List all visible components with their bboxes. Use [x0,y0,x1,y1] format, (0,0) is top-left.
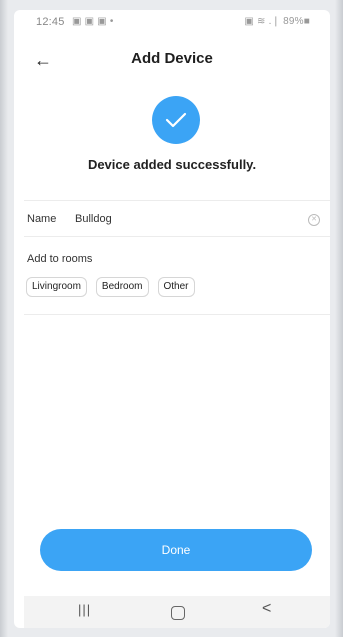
divider [24,314,330,315]
recent-apps-icon[interactable]: ||| [78,602,91,617]
nav-back-icon[interactable]: < [262,600,271,618]
name-field[interactable]: Name Bulldog ✕ [27,210,330,232]
done-button[interactable]: Done [40,529,312,571]
success-check-icon [152,96,200,144]
room-chip-bedroom[interactable]: Bedroom [95,277,149,297]
home-icon[interactable] [171,606,185,620]
room-chip-livingroom[interactable]: Livingroom [26,277,87,297]
system-status-icons: ▣ ≋ .❘ 89%■ [244,16,310,27]
divider [24,200,330,201]
page-title: Add Device [131,50,213,67]
screenshot-frame: 12:45 ▣ ▣ ▣ • ▣ ≋ .❘ 89%■ ← Add Device D… [0,0,343,637]
check-mark-icon [165,112,187,128]
room-chip-other[interactable]: Other [157,277,195,297]
notification-icons: ▣ ▣ ▣ • [72,16,114,27]
status-bar: 12:45 ▣ ▣ ▣ • ▣ ≋ .❘ 89%■ [14,10,330,32]
phone-screen: 12:45 ▣ ▣ ▣ • ▣ ≋ .❘ 89%■ ← Add Device D… [14,10,330,628]
name-label: Name [27,213,57,225]
success-message: Device added successfully. [87,157,257,172]
clear-icon[interactable]: ✕ [308,214,320,226]
rooms-label: Add to rooms [27,253,93,265]
app-header: ← Add Device [14,48,330,74]
name-input[interactable]: Bulldog [75,213,112,225]
status-time: 12:45 [36,16,65,28]
divider [24,236,330,237]
system-nav-bar: ||| < [24,596,330,628]
room-chips: Livingroom Bedroom Other [26,276,204,297]
